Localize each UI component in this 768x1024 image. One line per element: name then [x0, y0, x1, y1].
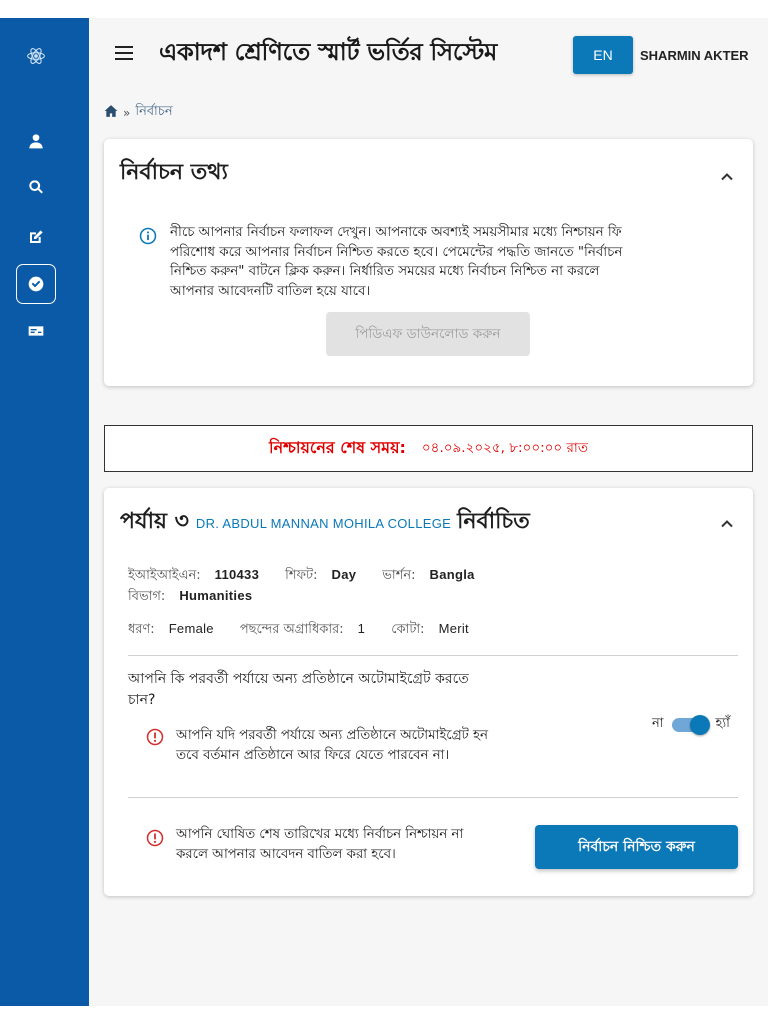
warning-line: আপনি যদি পরবর্তী পর্যায়ে অন্য প্রতিষ্ঠা… [176, 728, 488, 743]
confirm-selection-button[interactable]: নির্বাচন নিশ্চিত করুন [535, 825, 738, 869]
language-toggle-button[interactable]: EN [573, 36, 633, 74]
divider [128, 655, 738, 656]
warning-icon [146, 829, 164, 847]
quota-label: কোটা: [391, 622, 425, 637]
type-value: Female [168, 621, 214, 636]
chevron-up-icon[interactable] [720, 169, 734, 183]
warning-icon [146, 728, 164, 746]
result-title: পর্যায় ৩ DR. ABDUL MANNAN MOHILA COLLEG… [120, 504, 530, 541]
selection-info-title: নির্বাচন তথ্য [120, 160, 228, 185]
phase-label: পর্যায় ৩ [120, 509, 189, 534]
group-label: বিভাগ: [128, 589, 166, 604]
menu-icon[interactable] [115, 46, 133, 60]
deadline-label: নিশ্চায়নের শেষ সময়: [269, 438, 406, 457]
deadline-banner: নিশ্চায়নের শেষ সময়: ০৪.০৯.২০২৫, ৮:০০:০… [104, 425, 753, 472]
atom-logo-icon[interactable] [16, 36, 56, 76]
shift-value: Day [331, 567, 357, 582]
app-frame: একাদশ শ্রেণিতে স্মার্ট ভর্তির সিস্টেম EN… [0, 18, 768, 1006]
type-label: ধরণ: [128, 622, 155, 637]
eiin-value: 110433 [214, 567, 260, 582]
shift-label: শিফট: [285, 568, 318, 583]
automigrate-question: আপনি কি পরবর্তী পর্যায়ে অন্য প্রতিষ্ঠান… [128, 669, 528, 711]
user-icon[interactable] [16, 121, 56, 161]
chevron-up-icon[interactable] [720, 516, 734, 530]
user-name[interactable]: SHARMIN AKTER [640, 48, 749, 63]
check-circle-icon[interactable] [16, 264, 56, 304]
automigrate-toggle-group: না হ্যাঁ [652, 714, 730, 735]
meta-row-2: বিভাগ: Humanities [128, 587, 278, 608]
selection-status: নির্বাচিত [457, 509, 530, 534]
selection-result-card: পর্যায় ৩ DR. ABDUL MANNAN MOHILA COLLEG… [104, 488, 753, 896]
top-header: একাদশ শ্রেণিতে স্মার্ট ভর্তির সিস্টেম EN… [89, 18, 768, 93]
app-title: একাদশ শ্রেণিতে স্মার্ট ভর্তির সিস্টেম [159, 38, 497, 66]
home-icon[interactable] [104, 104, 118, 122]
warning-line: আপনি ঘোষিত শেষ তারিখের মধ্যে নির্বাচন নি… [176, 827, 464, 842]
info-line: নীচে আপনার নির্বাচন ফলাফল দেখুন। আপনাকে … [170, 225, 622, 240]
warning-line: করলে আপনার আবেদন বাতিল করা হবে। [176, 846, 396, 862]
divider [128, 797, 738, 798]
meta-row-1: ইআইআইএন: 110433 শিফট: Day ভার্শন: Bangla [128, 566, 501, 587]
info-line: পরিশোধ করে আপনার নির্বাচন নিশ্চিত করতে হ… [170, 244, 623, 260]
breadcrumb-current: নির্বাচন [135, 104, 173, 119]
question-line: চান? [128, 692, 156, 708]
toggle-yes-label: হ্যাঁ [715, 716, 730, 731]
info-icon [139, 227, 157, 245]
automigrate-toggle[interactable] [671, 714, 710, 735]
version-label: ভার্শন: [382, 568, 416, 583]
cancellation-warning: আপনি ঘোষিত শেষ তারিখের মধ্যে নির্বাচন নি… [176, 825, 521, 864]
meta-row-3: ধরণ: Female পছন্দের অগ্রাধিকার: 1 কোটা: … [128, 620, 495, 641]
priority-value: 1 [357, 621, 366, 636]
college-name: DR. ABDUL MANNAN MOHILA COLLEGE [195, 516, 452, 531]
warning-line: তবে বর্তমান প্রতিষ্ঠানে আর ফিরে যেতে পার… [176, 747, 450, 763]
edit-icon[interactable] [16, 217, 56, 257]
version-value: Bangla [429, 567, 475, 582]
sidebar [0, 18, 89, 1006]
info-line: নিশ্চিত করুন" বাটনে ক্লিক করুন। নির্ধারি… [170, 264, 600, 279]
quota-value: Merit [438, 621, 469, 636]
priority-label: পছন্দের অগ্রাধিকার: [239, 622, 344, 637]
selection-info-card: নির্বাচন তথ্য নীচে আপনার নির্বাচন ফলাফল … [104, 139, 753, 386]
search-icon[interactable] [16, 167, 56, 207]
pdf-download-button[interactable]: পিডিএফ ডাউনলোড করুন [326, 312, 530, 356]
toggle-knob[interactable] [689, 714, 710, 735]
eiin-label: ইআইআইএন: [128, 568, 201, 583]
toggle-no-label: না [652, 716, 664, 731]
automigrate-warning: আপনি যদি পরবর্তী পর্যায়ে অন্য প্রতিষ্ঠা… [176, 726, 536, 765]
info-line: আপনার আবেদনটি বাতিল হয়ে যাবে। [170, 283, 371, 299]
selection-info-text: নীচে আপনার নির্বাচন ফলাফল দেখুন। আপনাকে … [170, 223, 712, 301]
breadcrumb-separator-icon: » [123, 105, 131, 120]
breadcrumb: » নির্বাচন [104, 102, 173, 123]
question-line: আপনি কি পরবর্তী পর্যায়ে অন্য প্রতিষ্ঠান… [128, 671, 469, 687]
id-card-icon[interactable] [16, 311, 56, 351]
deadline-value: ০৪.০৯.২০২৫, ৮:০০:০০ রাত [421, 440, 588, 456]
group-value: Humanities [179, 588, 253, 603]
